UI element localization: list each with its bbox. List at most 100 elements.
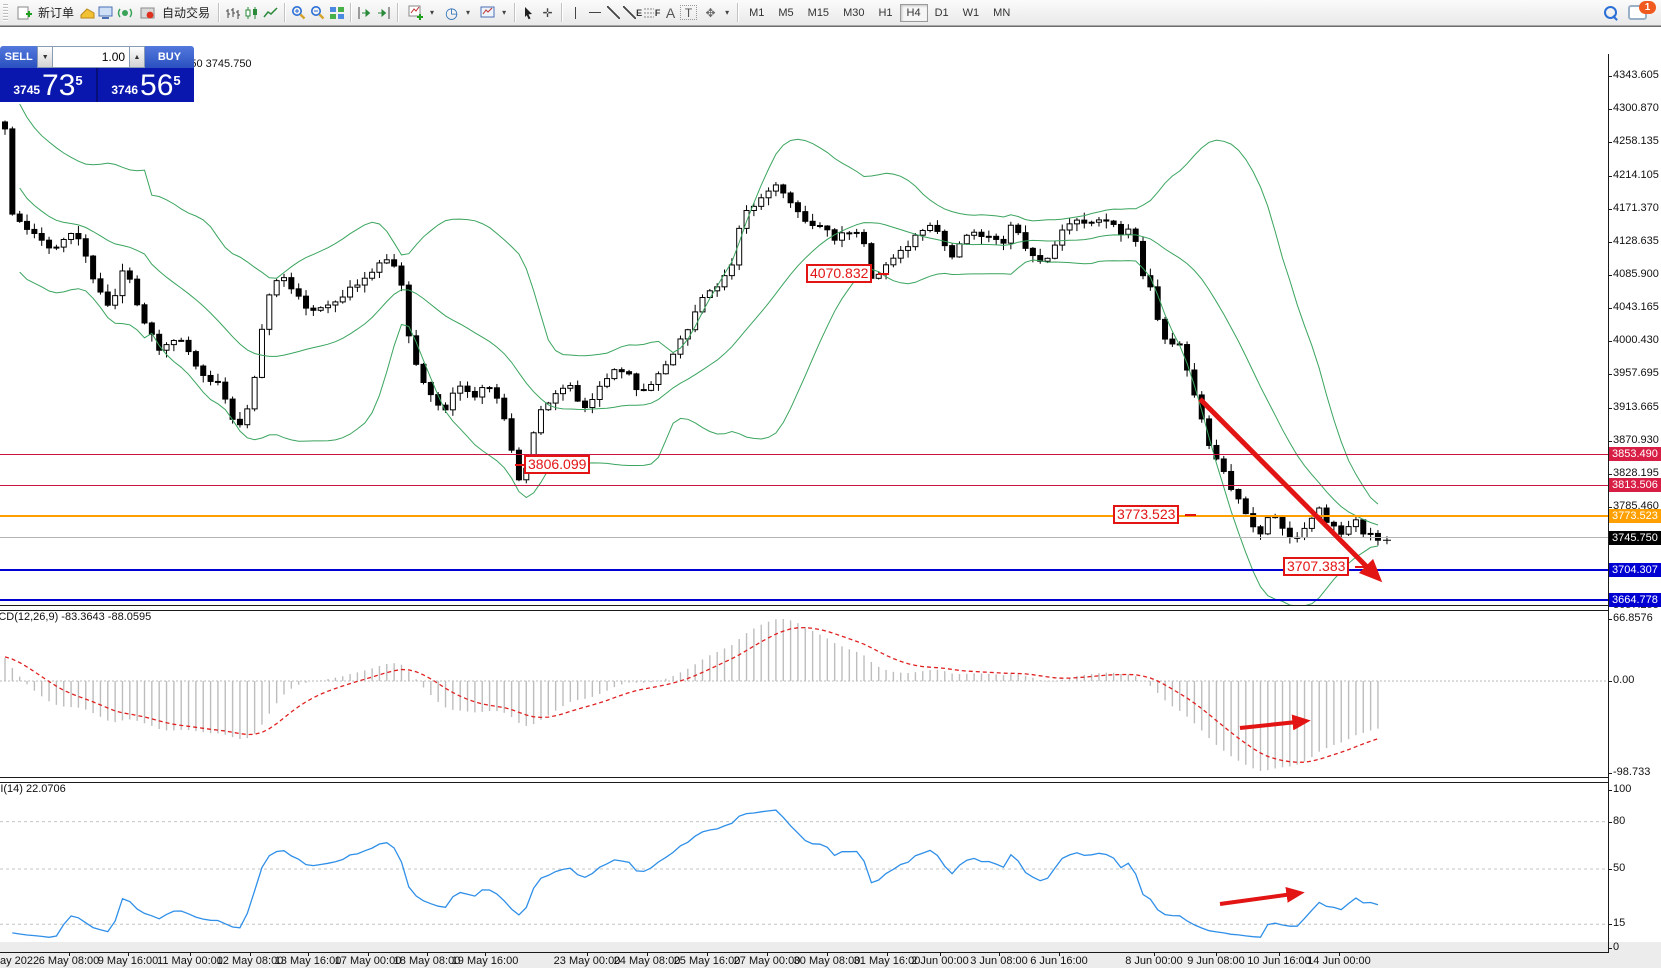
zoom-in-icon[interactable] bbox=[289, 4, 308, 22]
volume-input[interactable] bbox=[53, 46, 129, 68]
time-axis-label: ay 2022 bbox=[0, 955, 39, 967]
horizontal-price-line[interactable] bbox=[0, 515, 1608, 517]
signals-icon[interactable] bbox=[116, 4, 135, 22]
auto-scroll-icon[interactable] bbox=[355, 4, 374, 22]
price-tick-label: 4085.900 bbox=[1613, 268, 1659, 280]
equidistant-channel-icon[interactable]: E bbox=[623, 4, 642, 22]
time-axis-line bbox=[0, 952, 1609, 953]
vertical-line-icon[interactable] bbox=[566, 4, 585, 22]
time-axis-label: 24 May 08:00 bbox=[614, 955, 681, 967]
new-order-button[interactable]: 新订单 bbox=[11, 2, 78, 24]
toolbar-separator bbox=[514, 3, 515, 22]
tile-windows-icon[interactable] bbox=[327, 4, 346, 22]
horizontal-price-line[interactable] bbox=[0, 599, 1608, 601]
price-badge: 3853.490 bbox=[1609, 447, 1661, 461]
toolbar: 新订单 自动交易 ▾ bbox=[0, 0, 1661, 26]
horizontal-price-line[interactable] bbox=[0, 485, 1608, 486]
price-tickmark bbox=[1608, 408, 1612, 409]
time-axis-label: 14 Jun 00:00 bbox=[1307, 955, 1371, 967]
time-axis-label: 13 May 16:00 bbox=[275, 955, 342, 967]
auto-trading-icon bbox=[139, 4, 158, 22]
arrows-tool-icon: ✥ bbox=[701, 4, 720, 22]
search-icon[interactable] bbox=[1601, 4, 1620, 22]
horizontal-line-icon[interactable] bbox=[585, 4, 604, 22]
price-tickmark bbox=[1608, 474, 1612, 475]
text-tool-icon[interactable]: A bbox=[661, 4, 680, 22]
terminal-icon[interactable] bbox=[97, 4, 116, 22]
price-axis-line bbox=[1608, 54, 1609, 952]
toolbar-separator bbox=[350, 3, 351, 22]
volume-decrease-button[interactable]: ▼ bbox=[37, 46, 53, 68]
price-tick-label: 4128.635 bbox=[1613, 235, 1659, 247]
time-axis-label: 17 May 00:00 bbox=[335, 955, 402, 967]
buy-button[interactable]: BUY bbox=[145, 46, 194, 68]
trendline-icon[interactable] bbox=[604, 4, 623, 22]
macd-tickmark bbox=[1608, 773, 1612, 774]
price-tickmark bbox=[1608, 441, 1612, 442]
rsi-tickmark bbox=[1608, 869, 1612, 870]
rsi-tickmark bbox=[1608, 924, 1612, 925]
chart-shift-icon[interactable] bbox=[374, 4, 393, 22]
label-tool-icon[interactable]: T bbox=[680, 5, 697, 20]
timeframe-group: M1M5M15M30H1H4D1W1MN bbox=[742, 4, 1017, 22]
crosshair-icon[interactable]: ✛ bbox=[538, 4, 557, 22]
bar-chart-icon[interactable] bbox=[223, 4, 242, 22]
horizontal-price-line[interactable] bbox=[0, 537, 1608, 538]
rsi-axis-label: 80 bbox=[1613, 815, 1625, 827]
sell-button[interactable]: SELL bbox=[0, 46, 37, 68]
pane-separator[interactable] bbox=[0, 605, 1608, 611]
time-axis-label: 6 Jun 16:00 bbox=[1030, 955, 1088, 967]
price-annotation-label[interactable]: 3707.383 bbox=[1283, 557, 1349, 576]
indicators-button[interactable]: ▾ bbox=[402, 2, 438, 24]
annotation-connector bbox=[515, 464, 524, 466]
timeframe-h4[interactable]: H4 bbox=[900, 4, 928, 22]
fibonacci-icon[interactable]: F bbox=[642, 4, 661, 22]
templates-button[interactable]: ▾ bbox=[474, 2, 510, 24]
time-axis-label: 6 May 08:00 bbox=[39, 955, 100, 967]
rsi-label: SI(14) 22.0706 bbox=[0, 783, 66, 795]
timeframe-m15[interactable]: M15 bbox=[801, 4, 836, 22]
zoom-out-icon[interactable] bbox=[308, 4, 327, 22]
price-tickmark bbox=[1608, 341, 1612, 342]
price-tick-label: 3913.665 bbox=[1613, 401, 1659, 413]
cursor-icon[interactable] bbox=[519, 4, 538, 22]
annotation-connector bbox=[1185, 514, 1196, 516]
timeframe-m30[interactable]: M30 bbox=[836, 4, 871, 22]
price-tickmark bbox=[1608, 308, 1612, 309]
auto-trading-button[interactable]: 自动交易 bbox=[135, 2, 214, 24]
buy-price-sup: 5 bbox=[173, 73, 180, 88]
sell-price[interactable]: 3745 73 5 bbox=[0, 68, 96, 102]
horizontal-price-line[interactable] bbox=[0, 569, 1608, 571]
time-axis-label: 19 May 16:00 bbox=[452, 955, 519, 967]
chart-window[interactable]: SP500-,H4 3746.250 3747.750 3744.050 374… bbox=[0, 26, 1661, 942]
price-annotation-label[interactable]: 4070.832 bbox=[806, 264, 872, 283]
line-chart-icon[interactable] bbox=[261, 4, 280, 22]
timeframe-d1[interactable]: D1 bbox=[928, 4, 956, 22]
pane-separator[interactable] bbox=[0, 777, 1608, 783]
toolbar-separator bbox=[561, 3, 562, 22]
candlestick-chart-icon[interactable] bbox=[242, 4, 261, 22]
horizontal-price-line[interactable] bbox=[0, 454, 1608, 455]
toolbar-right-group: 1 bbox=[1601, 4, 1661, 22]
timeframe-w1[interactable]: W1 bbox=[956, 4, 987, 22]
timeframe-m1[interactable]: M1 bbox=[742, 4, 771, 22]
timeframe-m5[interactable]: M5 bbox=[771, 4, 800, 22]
macd-axis-label: 66.8576 bbox=[1613, 612, 1653, 624]
toolbar-separator bbox=[737, 3, 738, 22]
price-tick-label: 3828.195 bbox=[1613, 467, 1659, 479]
timeframe-mn[interactable]: MN bbox=[986, 4, 1017, 22]
arrows-tool-button[interactable]: ✥ ▾ bbox=[697, 2, 733, 24]
macd-axis-label: -98.733 bbox=[1613, 766, 1650, 778]
price-annotation-label[interactable]: 3806.099 bbox=[524, 455, 590, 474]
periods-button[interactable]: ◷ ▾ bbox=[438, 2, 474, 24]
toolbar-drag-handle[interactable] bbox=[3, 4, 8, 21]
macd-tickmark bbox=[1608, 619, 1612, 620]
clock-icon: ◷ bbox=[442, 4, 461, 22]
chat-icon[interactable]: 1 bbox=[1628, 5, 1647, 20]
price-annotation-label[interactable]: 3773.523 bbox=[1113, 505, 1179, 524]
buy-price[interactable]: 3746 56 5 bbox=[98, 68, 194, 102]
price-badge: 3745.750 bbox=[1609, 531, 1661, 545]
volume-increase-button[interactable]: ▲ bbox=[129, 46, 145, 68]
timeframe-h1[interactable]: H1 bbox=[871, 4, 899, 22]
market-watch-icon[interactable] bbox=[78, 4, 97, 22]
